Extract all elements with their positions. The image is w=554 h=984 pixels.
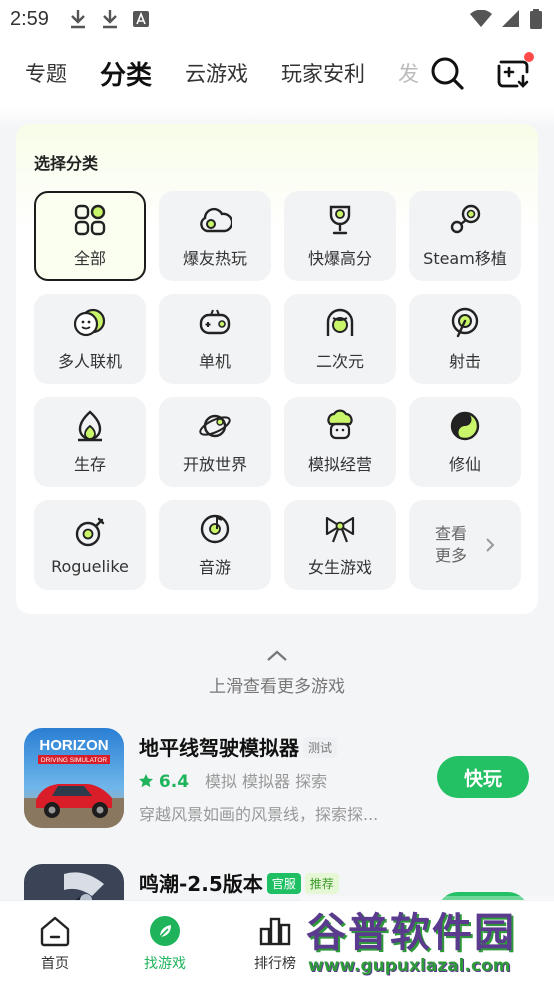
watermark-title: 谷普软件园 (306, 910, 516, 956)
category-simulation[interactable]: 模拟经营 (284, 397, 396, 487)
category-label: 多人联机 (57, 352, 122, 371)
game-title-row: 鸣潮-2.5版本 官服 推荐 (139, 868, 339, 897)
category-label: 爆友热玩 (182, 249, 247, 268)
game-meta: 6.4 模拟 模拟器 探索 (139, 768, 327, 792)
category-panel: 选择分类 全部 爆友热玩 快爆高分 Steam移植 多人联机 单机 二次元 射击… (16, 124, 538, 614)
nav-find-games[interactable]: 找游戏 (125, 913, 205, 973)
target-icon (451, 307, 479, 338)
category-single-player[interactable]: 单机 (159, 294, 271, 384)
nav-home[interactable]: 首页 (15, 913, 95, 973)
nav-label: 找游戏 (144, 956, 186, 972)
tab-more[interactable]: 发 (398, 58, 419, 88)
category-label: 女生游戏 (307, 558, 372, 577)
category-label: 模拟经营 (307, 455, 372, 474)
test-badge: 测试 (303, 737, 338, 758)
thumb-title: HORIZON (39, 737, 108, 754)
category-female[interactable]: 女生游戏 (284, 500, 396, 590)
battery-icon (530, 9, 542, 29)
anime-girl-icon (326, 308, 354, 336)
a-icon (132, 11, 149, 27)
gamepad-icon (199, 309, 231, 335)
game-description: 穿越风景如画的风景线，探索探... (139, 805, 379, 824)
category-hot[interactable]: 爆友热玩 (159, 191, 271, 281)
category-anime[interactable]: 二次元 (284, 294, 396, 384)
category-shooter[interactable]: 射击 (409, 294, 521, 384)
category-multiplayer[interactable]: 多人联机 (34, 294, 146, 384)
faces-icon (73, 308, 106, 337)
meat-icon (75, 517, 105, 546)
game-score: 6.4 (139, 772, 195, 792)
category-label: 全部 (73, 249, 106, 268)
category-rhythm[interactable]: 音游 (159, 500, 271, 590)
category-label: 快爆高分 (307, 249, 372, 268)
category-steam[interactable]: Steam移植 (409, 191, 521, 281)
signal-icon (502, 10, 519, 27)
category-tabs: 专题 分类 云游戏 玩家安利 发 (0, 38, 554, 108)
home-icon (40, 916, 70, 947)
category-label: 单机 (198, 352, 231, 371)
music-disc-icon (200, 514, 230, 544)
tab-cloud-games[interactable]: 云游戏 (185, 58, 248, 88)
game-tags: 模拟 模拟器 探索 (204, 772, 328, 791)
status-time: 2:59 (10, 7, 49, 30)
official-badge: 官服 (266, 873, 301, 894)
nav-label: 首页 (41, 956, 69, 972)
chevron-right-icon (486, 538, 495, 552)
watermark: 谷普软件园 www.gupuxlazal.com (300, 896, 554, 984)
planet-icon (199, 414, 231, 438)
star-icon (139, 774, 153, 788)
bow-icon (325, 516, 355, 543)
yin-yang-icon (450, 411, 480, 441)
view-more-label: 查看更多 (435, 524, 468, 565)
download-icon (70, 10, 85, 29)
grid-icon (74, 204, 106, 236)
game-thumbnail[interactable]: HORIZON DRIVING SIMULATOR (24, 728, 124, 828)
category-label: 开放世界 (182, 455, 247, 474)
search-button[interactable] (428, 54, 466, 92)
category-label: 射击 (448, 352, 481, 371)
category-roguelike[interactable]: Roguelike (34, 500, 146, 590)
category-label: 生存 (73, 455, 106, 474)
bar-chart-icon (259, 917, 291, 946)
category-cultivation[interactable]: 修仙 (409, 397, 521, 487)
category-top-rated[interactable]: 快爆高分 (284, 191, 396, 281)
trophy-icon (329, 205, 351, 235)
category-label: 修仙 (448, 455, 481, 474)
chevron-up-icon (267, 650, 287, 661)
category-open-world[interactable]: 开放世界 (159, 397, 271, 487)
swipe-up-text: 上滑查看更多游戏 (209, 677, 345, 697)
quick-play-button[interactable]: 快玩 (437, 756, 529, 798)
chef-icon (327, 409, 353, 440)
category-label: Roguelike (51, 556, 129, 576)
thumb-subtitle: DRIVING SIMULATOR (41, 757, 108, 764)
tab-player-recommend[interactable]: 玩家安利 (281, 58, 365, 88)
search-icon (431, 57, 464, 90)
category-view-more[interactable]: 查看更多 (409, 500, 521, 590)
leaf-compass-icon (150, 916, 180, 946)
game-list-item[interactable]: HORIZON DRIVING SIMULATOR 地平线驾驶模拟器 测试 6.4… (0, 728, 554, 838)
category-panel-title: 选择分类 (34, 154, 99, 173)
notification-dot (524, 52, 534, 62)
category-label: 音游 (198, 558, 231, 577)
download-icon (102, 10, 117, 29)
swipe-up-hint: 上滑查看更多游戏 (0, 650, 554, 697)
game-download-button[interactable] (494, 52, 534, 92)
game-title-row: 地平线驾驶模拟器 测试 (139, 732, 338, 761)
tab-categories[interactable]: 分类 (97, 55, 155, 96)
status-bar: 2:59 (0, 0, 554, 38)
game-name: 鸣潮-2.5版本 (139, 872, 263, 896)
game-name: 地平线驾驶模拟器 (139, 736, 299, 760)
flame-icon (78, 410, 102, 442)
category-all[interactable]: 全部 (34, 191, 146, 281)
category-survival[interactable]: 生存 (34, 397, 146, 487)
category-label: Steam移植 (423, 249, 507, 268)
steam-icon (450, 204, 481, 234)
cloud-icon (200, 207, 232, 233)
tab-topics[interactable]: 专题 (25, 58, 67, 88)
watermark-url: www.gupuxlazal.com (308, 956, 511, 976)
category-label: 二次元 (315, 352, 364, 371)
wifi-icon (470, 10, 492, 27)
recommend-badge: 推荐 (304, 873, 339, 894)
